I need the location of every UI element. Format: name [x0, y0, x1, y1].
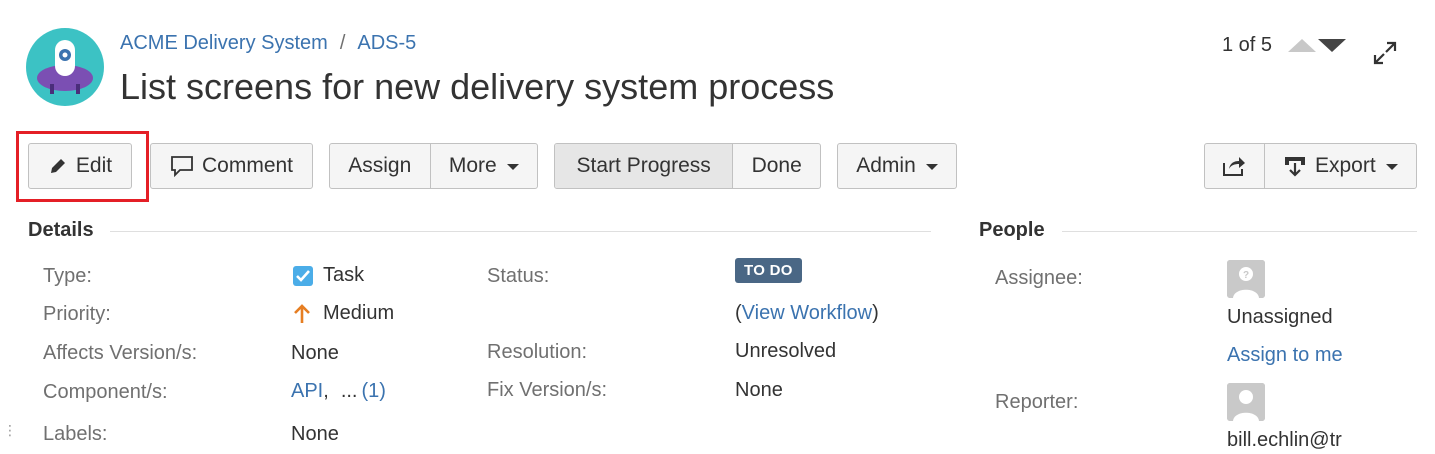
affects-version-value: None — [291, 342, 339, 364]
pager-count: 1 of 5 — [1222, 34, 1273, 56]
expand-icon[interactable] — [1372, 40, 1398, 66]
edit-label: Edit — [75, 154, 113, 177]
component-comma: , — [323, 380, 329, 402]
breadcrumb: ACME Delivery System / ADS-5 — [120, 32, 416, 55]
component-api-link[interactable]: API — [291, 380, 323, 403]
reporter-value: bill.echlin@tr — [1227, 429, 1342, 451]
more-dropdown[interactable]: More — [431, 144, 537, 188]
export-label: Export — [1315, 154, 1376, 177]
priority-value: Medium — [292, 302, 394, 325]
done-button[interactable]: Done — [733, 144, 820, 188]
project-avatar[interactable] — [26, 28, 104, 106]
assign-to-me-link[interactable]: Assign to me — [1227, 344, 1343, 367]
resize-handle-icon[interactable]: ⋮ — [3, 423, 17, 437]
priority-text: Medium — [323, 302, 395, 324]
edit-button[interactable]: Edit — [28, 143, 132, 189]
workflow-group: Start Progress Done — [554, 143, 821, 189]
workflow-close-paren: ) — [872, 302, 879, 324]
workflow-open-paren: ( — [735, 302, 742, 324]
issue-pager: 1 of 5 — [1222, 34, 1347, 57]
next-issue-icon[interactable] — [1318, 39, 1347, 52]
people-heading: People — [979, 219, 1045, 241]
export-dropdown[interactable]: Export — [1265, 144, 1416, 188]
svg-text:?: ? — [1243, 270, 1249, 281]
type-text: Task — [323, 264, 365, 286]
status-label: Status: — [487, 265, 550, 287]
start-progress-label: Start Progress — [576, 154, 711, 177]
comment-label: Comment — [201, 154, 294, 177]
share-icon — [1223, 157, 1246, 176]
type-label: Type: — [43, 265, 92, 287]
ellipsis-icon: ... — [340, 380, 358, 402]
status-badge: TO DO — [735, 258, 802, 283]
resolution-label: Resolution: — [487, 341, 588, 363]
start-progress-button[interactable]: Start Progress — [555, 144, 734, 188]
details-heading: Details — [28, 219, 94, 241]
user-avatar-icon — [1227, 383, 1265, 421]
admin-label: Admin — [856, 154, 916, 177]
pencil-icon — [50, 159, 65, 173]
export-icon — [1285, 157, 1305, 177]
chevron-down-icon — [1385, 164, 1398, 170]
project-link[interactable]: ACME Delivery System — [120, 32, 328, 55]
previous-issue-icon[interactable] — [1288, 39, 1317, 52]
details-divider — [110, 231, 931, 232]
assign-more-group: Assign More — [329, 143, 538, 189]
resolution-value: Unresolved — [735, 340, 837, 362]
component-value: API , ... (1) — [291, 380, 386, 403]
share-export-group: Export — [1204, 143, 1417, 189]
fix-version-label: Fix Version/s: — [487, 379, 608, 401]
done-label: Done — [751, 154, 802, 177]
view-workflow-link[interactable]: View Workflow — [742, 302, 872, 325]
assignee-value: Unassigned — [1227, 306, 1333, 328]
component-more-count: (1) — [361, 380, 386, 402]
labels-value: None — [291, 423, 339, 445]
more-label: More — [448, 154, 497, 177]
issue-key-link[interactable]: ADS-5 — [357, 32, 416, 55]
assign-label: Assign — [348, 154, 412, 177]
component-label: Component/s: — [43, 381, 168, 403]
admin-dropdown[interactable]: Admin — [837, 143, 957, 189]
chevron-down-icon — [506, 164, 519, 170]
affects-version-label: Affects Version/s: — [43, 342, 198, 364]
unknown-user-avatar-icon: ? — [1227, 260, 1265, 298]
assignee-label: Assignee: — [995, 267, 1083, 289]
page-title: List screens for new delivery system pro… — [120, 66, 835, 107]
chevron-down-icon — [925, 164, 938, 170]
priority-label: Priority: — [43, 303, 111, 325]
status-lozenge: TO DO — [735, 258, 802, 283]
share-button[interactable] — [1205, 144, 1265, 188]
labels-label: Labels: — [43, 423, 108, 445]
breadcrumb-separator: / — [339, 32, 346, 54]
fix-version-value: None — [735, 379, 783, 401]
view-workflow: ( View Workflow ) — [735, 302, 879, 325]
type-value: Task — [292, 264, 364, 287]
people-divider — [1062, 231, 1417, 232]
arrow-up-icon — [294, 303, 310, 323]
comment-icon — [171, 156, 193, 177]
component-more-link[interactable]: ... (1) — [341, 380, 386, 403]
assign-button[interactable]: Assign — [330, 144, 431, 188]
reporter-label: Reporter: — [995, 391, 1079, 413]
task-checkbox-icon — [293, 265, 313, 286]
comment-button[interactable]: Comment — [150, 143, 313, 189]
